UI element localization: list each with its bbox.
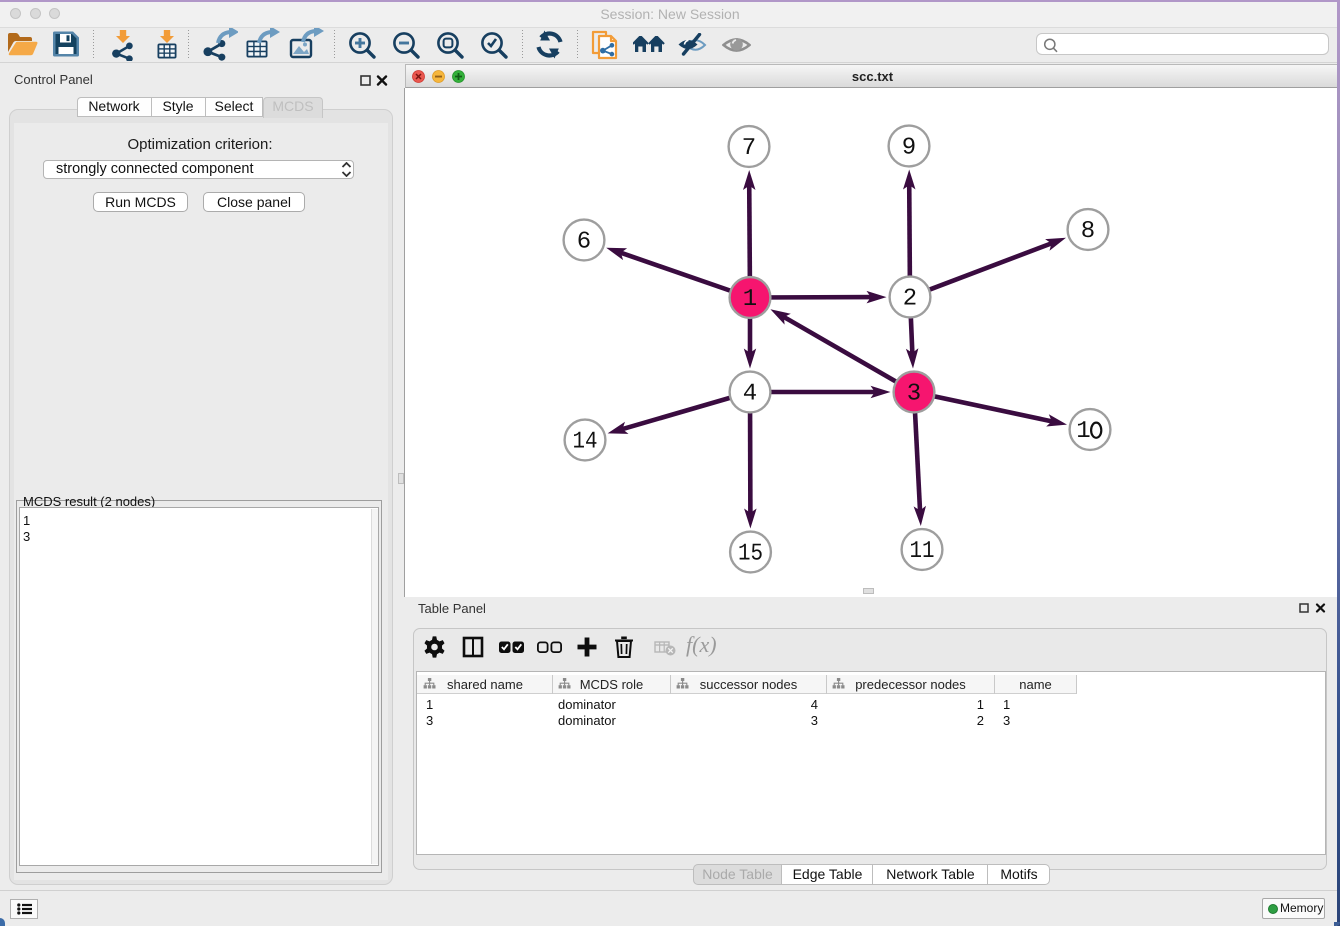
svg-text:1: 1 <box>743 286 757 313</box>
svg-text:9: 9 <box>902 135 916 162</box>
svg-text:3: 3 <box>907 381 921 408</box>
svg-text:2: 2 <box>903 286 917 313</box>
svg-text:8: 8 <box>1081 218 1095 245</box>
svg-text:1: 1 <box>1076 418 1090 445</box>
svg-text:14: 14 <box>573 429 598 456</box>
svg-text:7: 7 <box>742 135 756 162</box>
svg-text:6: 6 <box>577 229 591 256</box>
svg-text:11: 11 <box>910 538 935 565</box>
svg-text:4: 4 <box>743 381 757 408</box>
svg-text:15: 15 <box>738 541 763 568</box>
